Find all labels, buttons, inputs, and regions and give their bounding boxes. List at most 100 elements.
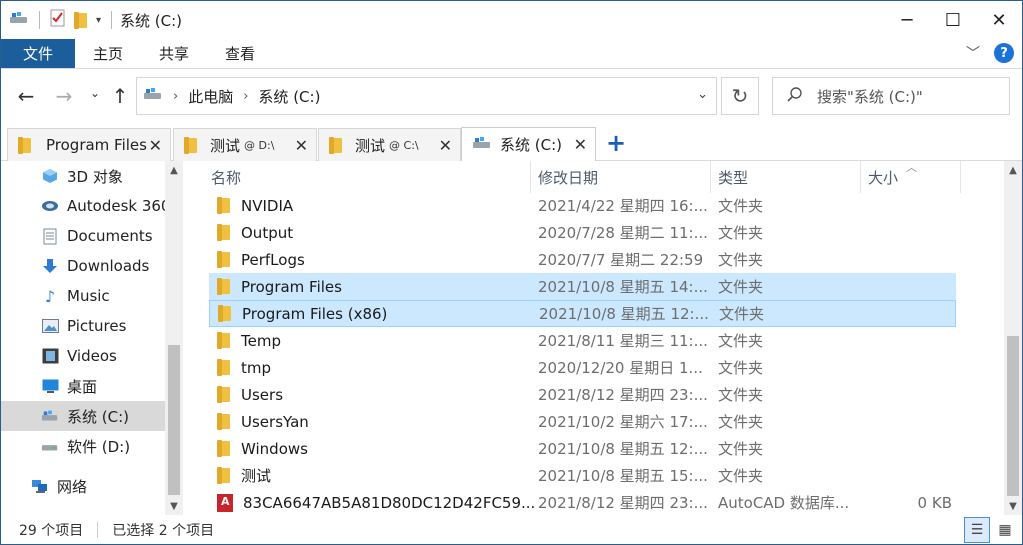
ribbon-tab-share[interactable]: 共享	[141, 39, 207, 68]
close-tab-icon[interactable]: ✕	[295, 136, 308, 155]
nav-item-videos[interactable]: Videos	[1, 341, 165, 371]
folder-icon	[329, 136, 343, 154]
scroll-up-icon[interactable]: ▲	[1004, 161, 1022, 179]
file-name: PerfLogs	[241, 250, 305, 269]
file-type: 文件夹	[718, 413, 764, 431]
help-icon[interactable]: ?	[994, 43, 1014, 63]
breadcrumb-this-pc[interactable]: 此电脑	[188, 86, 233, 107]
breadcrumb-separator-icon[interactable]: ›	[243, 89, 248, 104]
nav-item-documents[interactable]: Documents	[1, 221, 165, 251]
up-arrow-icon[interactable]: ↑	[105, 84, 135, 108]
breadcrumb-drive-c[interactable]: 系统 (C:)	[258, 86, 320, 107]
title-bar: ▾ 系统 (C:) ─ ☐ ✕	[1, 1, 1022, 39]
nav-item-drive-d[interactable]: 软件 (D:)	[1, 431, 165, 461]
file-name: Output	[241, 223, 294, 242]
network-icon	[31, 478, 49, 494]
address-bar[interactable]: › 此电脑 › 系统 (C:) ⌄	[136, 77, 717, 115]
table-row[interactable]: PerfLogs 2020/7/7 星期二 22:59 文件夹	[209, 246, 956, 273]
nav-item-desktop[interactable]: 桌面	[1, 371, 165, 401]
column-header-date[interactable]: 修改日期	[531, 161, 711, 193]
nav-item-pictures[interactable]: Pictures	[1, 311, 165, 341]
new-tab-icon[interactable]: +	[606, 129, 626, 157]
large-icons-view-icon[interactable]: ▦	[992, 517, 1018, 543]
file-type: 文件夹	[718, 386, 764, 404]
column-header-name[interactable]: 名称	[204, 161, 531, 193]
drive-c-icon	[41, 408, 59, 424]
table-row[interactable]: Temp 2021/8/11 星期三 11:... 文件夹	[209, 327, 956, 354]
folder-icon	[217, 359, 231, 376]
close-tab-icon[interactable]: ✕	[149, 136, 162, 155]
maximize-button[interactable]: ☐	[930, 1, 976, 39]
documents-icon	[41, 228, 59, 244]
table-row[interactable]: NVIDIA 2021/4/22 星期四 16:... 文件夹	[209, 192, 956, 219]
ribbon-tab-file[interactable]: 文件	[1, 39, 76, 68]
drive-icon	[472, 135, 492, 155]
tab-label: 测试	[210, 136, 241, 155]
column-header-type[interactable]: 类型	[711, 161, 861, 193]
nav-item-3d-objects[interactable]: 3D 对象	[1, 161, 165, 191]
table-row-selected[interactable]: Program Files 2021/10/8 星期五 14:... 文件夹	[209, 273, 956, 300]
nav-item-autodesk-360[interactable]: Autodesk 360	[1, 191, 170, 221]
close-tab-icon[interactable]: ✕	[439, 136, 452, 155]
chevron-down-icon[interactable]: ▾	[96, 15, 101, 26]
minimize-button[interactable]: ─	[884, 1, 930, 39]
properties-icon[interactable]	[50, 9, 66, 31]
file-name: Users	[241, 385, 284, 404]
nav-label: 桌面	[67, 377, 98, 396]
tab-location: @ D:\	[244, 138, 275, 152]
scrollbar-thumb[interactable]	[168, 345, 180, 495]
close-tab-icon[interactable]: ✕	[574, 135, 587, 154]
tab-system-c[interactable]: 系统 (C:) ✕	[461, 127, 596, 161]
back-arrow-icon[interactable]: ←	[11, 84, 41, 108]
nav-item-network[interactable]: 网络	[1, 471, 165, 501]
expand-ribbon-icon[interactable]: ﹀	[966, 43, 980, 63]
table-row[interactable]: 83CA6647AB5A81D80DC12D42FC59... 2021/8/1…	[209, 489, 956, 515]
sort-ascending-icon: ︿	[906, 161, 917, 174]
file-date: 2021/8/12 星期四 23:...	[538, 386, 708, 404]
pictures-icon	[41, 318, 59, 334]
file-list: 名称 修改日期 类型 大小 ︿ NVIDIA 2021/4/22 星期四 16:…	[186, 161, 1004, 515]
ribbon-tab-home[interactable]: 主页	[75, 39, 141, 68]
nav-item-drive-c[interactable]: 系统 (C:)	[1, 401, 165, 431]
music-icon: ♪	[44, 286, 56, 306]
file-type: 文件夹	[718, 467, 764, 485]
address-dropdown-icon[interactable]: ⌄	[697, 87, 708, 102]
folder-icon	[218, 305, 232, 322]
search-input[interactable]: 搜索"系统 (C:)"	[772, 77, 1010, 115]
navigation-scrollbar[interactable]: ▲ ▼	[165, 161, 183, 515]
search-icon	[787, 86, 803, 106]
refresh-button[interactable]: ↻	[721, 77, 759, 115]
table-row-selected-focused[interactable]: Program Files (x86) 2021/10/8 星期五 12:...…	[209, 300, 956, 327]
table-row[interactable]: UsersYan 2021/10/2 星期六 17:... 文件夹	[209, 408, 956, 435]
nav-label: 3D 对象	[67, 167, 123, 186]
table-row[interactable]: Users 2021/8/12 星期四 23:... 文件夹	[209, 381, 956, 408]
tab-program-files[interactable]: Program Files ✕	[7, 128, 171, 161]
file-type: 文件夹	[718, 251, 764, 269]
folder-icon	[217, 467, 231, 484]
ribbon-tab-view[interactable]: 查看	[207, 39, 273, 68]
scroll-down-icon[interactable]: ▼	[165, 497, 183, 515]
folder-icon	[217, 413, 231, 430]
table-row[interactable]: Output 2020/7/28 星期二 11:... 文件夹	[209, 219, 956, 246]
tab-test-d[interactable]: 测试 @ D:\ ✕	[173, 128, 317, 161]
tab-label: Program Files	[46, 136, 147, 154]
scroll-up-icon[interactable]: ▲	[165, 161, 183, 179]
file-name: Program Files (x86)	[242, 304, 388, 323]
scroll-down-icon[interactable]: ▼	[1004, 497, 1022, 515]
file-type: 文件夹	[718, 224, 764, 242]
file-name: UsersYan	[241, 412, 309, 431]
nav-item-downloads[interactable]: Downloads	[1, 251, 165, 281]
file-list-scrollbar[interactable]: ▲ ▼	[1004, 161, 1022, 515]
new-folder-icon[interactable]	[74, 11, 88, 29]
folder-icon	[217, 197, 231, 214]
nav-item-music[interactable]: ♪ Music	[1, 281, 165, 311]
tab-test-c[interactable]: 测试 @ C:\ ✕	[318, 128, 461, 161]
scrollbar-thumb[interactable]	[1007, 336, 1019, 496]
breadcrumb-separator-icon[interactable]: ›	[173, 89, 178, 104]
details-view-icon[interactable]: ☰	[964, 517, 990, 543]
table-row[interactable]: 测试 2021/10/8 星期五 15:... 文件夹	[209, 462, 956, 489]
close-button[interactable]: ✕	[976, 1, 1022, 39]
table-row[interactable]: Windows 2021/10/8 星期五 12:... 文件夹	[209, 435, 956, 462]
forward-arrow-icon[interactable]: →	[49, 84, 79, 108]
table-row[interactable]: tmp 2020/12/20 星期日 1... 文件夹	[209, 354, 956, 381]
